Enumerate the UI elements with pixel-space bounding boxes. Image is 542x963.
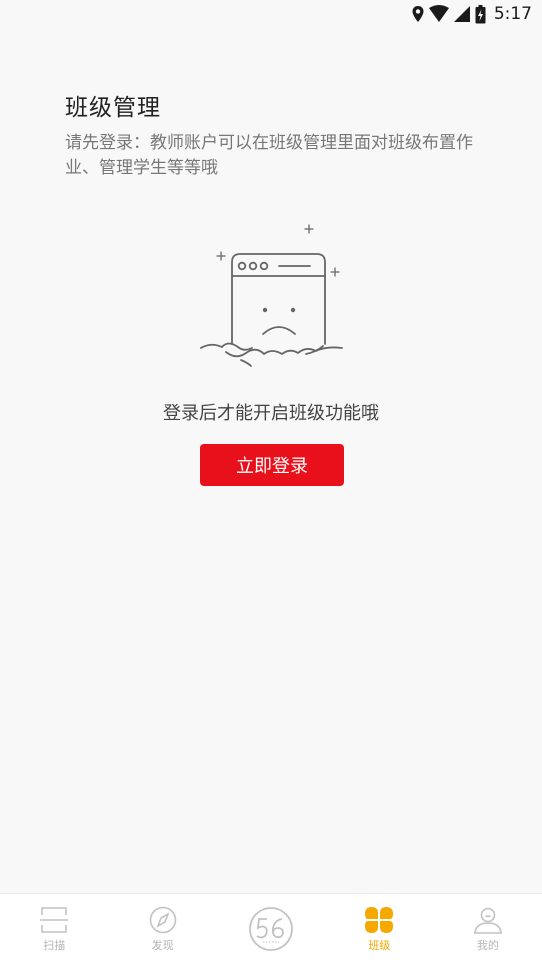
page-description: 请先登录：教师账户可以在班级管理里面对班级布置作业、管理学生等等哦 — [65, 133, 473, 178]
scan-icon — [40, 907, 69, 933]
status-time: 5:17 — [493, 4, 532, 24]
tab-discover[interactable]: 发现 — [108, 894, 216, 963]
location-icon — [412, 6, 424, 22]
status-icons: 5:17 — [411, 3, 532, 25]
56-logo-icon — [249, 907, 293, 951]
person-icon — [473, 907, 502, 934]
bottom-nav: 扫描 发现 班级 我的 — [0, 893, 542, 963]
empty-state-message: 登录后才能开启班级功能哦 — [163, 403, 379, 424]
status-bar: 5:17 — [0, 0, 542, 28]
tab-mine-label: 我的 — [476, 939, 499, 952]
tab-class-label: 班级 — [368, 939, 391, 952]
page-title: 班级管理 — [65, 95, 161, 121]
tab-scan-label: 扫描 — [43, 939, 66, 952]
tab-discover-label: 发现 — [151, 939, 174, 952]
sad-browser-illustration — [200, 224, 343, 367]
tab-class[interactable]: 班级 — [325, 894, 433, 963]
compass-icon — [149, 906, 176, 934]
tab-mine[interactable]: 我的 — [434, 894, 542, 963]
battery-icon — [475, 4, 486, 23]
signal-icon — [453, 6, 470, 22]
wifi-icon — [428, 5, 449, 22]
tab-scan[interactable]: 扫描 — [0, 894, 108, 963]
login-button[interactable]: 立即登录 — [200, 444, 344, 486]
tab-56-home[interactable] — [217, 894, 325, 963]
clover-icon — [365, 907, 394, 933]
